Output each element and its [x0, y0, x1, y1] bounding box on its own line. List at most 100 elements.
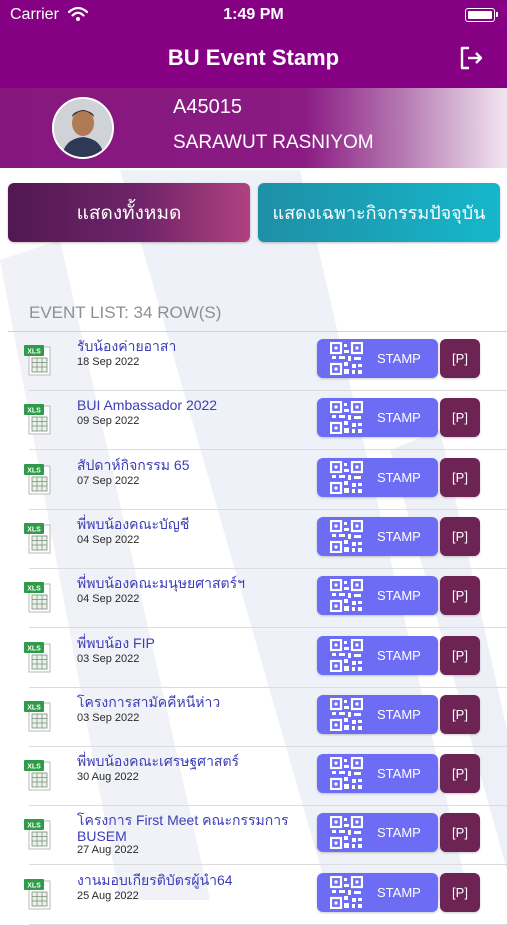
- profile-banner: A45015 SARAWUT RASNIYOM: [0, 88, 507, 168]
- app-title: BU Event Stamp: [167, 45, 340, 70]
- p-button[interactable]: [P]: [440, 635, 480, 675]
- stamp-button[interactable]: STAMP: [317, 398, 438, 438]
- event-date: 27 Aug 2022: [77, 844, 139, 857]
- stamp-label: STAMP: [377, 647, 421, 663]
- event-date: 03 Sep 2022: [77, 652, 140, 665]
- stamp-label: STAMP: [377, 884, 421, 900]
- qr-code-icon: [330, 579, 363, 613]
- p-button[interactable]: [P]: [440, 694, 480, 734]
- stamp-label: STAMP: [377, 588, 421, 604]
- show-current-button[interactable]: แสดงเฉพาะกิจกรรมปัจจุบัน: [258, 183, 500, 242]
- stamp-label: STAMP: [377, 469, 421, 485]
- stamp-button[interactable]: STAMP: [317, 457, 438, 497]
- p-button[interactable]: [P]: [440, 339, 480, 378]
- p-button[interactable]: [P]: [440, 872, 480, 912]
- excel-file-icon: XLS: [24, 463, 51, 495]
- event-row[interactable]: XLS งานมอบเกียรติบัตรผู้นำ64 25 Aug 2022 ST…: [0, 866, 507, 925]
- event-date: 09 Sep 2022: [77, 415, 140, 428]
- navigation-bar: BU Event Stamp: [0, 30, 507, 88]
- stamp-button[interactable]: STAMP: [317, 339, 438, 378]
- event-row[interactable]: XLS พี่พบน้องคณะเศรษฐศาสตร์ 30 Aug 2022 STA…: [0, 747, 507, 807]
- p-button[interactable]: [P]: [440, 457, 480, 497]
- svg-text:XLS: XLS: [27, 526, 41, 533]
- status-bar: Carrier 1:49 PM: [0, 0, 507, 30]
- stamp-button[interactable]: STAMP: [317, 813, 438, 853]
- clock: 1:49 PM: [223, 6, 284, 23]
- stamp-label: STAMP: [377, 351, 421, 366]
- event-date: 04 Sep 2022: [77, 533, 140, 546]
- event-title: สัปดาห์กิจกรรม 65: [77, 456, 190, 473]
- qr-code-icon: [330, 460, 363, 494]
- svg-text:XLS: XLS: [27, 764, 41, 771]
- svg-text:XLS: XLS: [27, 645, 41, 652]
- event-title: BUI Ambassador 2022: [77, 397, 218, 414]
- excel-file-icon: XLS: [24, 700, 51, 732]
- qr-code-icon: [330, 401, 363, 435]
- qr-code-icon: [330, 342, 363, 375]
- event-row[interactable]: XLS รับน้องค่ายอาสา 18 Sep 2022 STAMP [P]: [0, 332, 507, 391]
- p-button[interactable]: [P]: [440, 576, 480, 616]
- event-row[interactable]: XLS BUI Ambassador 2022 09 Sep 2022 STAMP [P…: [0, 391, 507, 451]
- event-row[interactable]: XLS พี่พบน้องคณะมนุษยศาสตร์ฯ 04 Sep 2022 ST…: [0, 569, 507, 629]
- svg-text:XLS: XLS: [27, 349, 41, 356]
- stamp-label: STAMP: [377, 825, 421, 841]
- qr-code-icon: [330, 697, 363, 731]
- event-row[interactable]: XLS โครงการสามัคคีหนีห่าว 03 Sep 2022 STAMP…: [0, 688, 507, 747]
- p-button[interactable]: [P]: [440, 754, 480, 794]
- logout-icon[interactable]: [457, 44, 485, 72]
- qr-code-icon: [330, 816, 363, 850]
- battery-icon: [465, 8, 498, 22]
- excel-file-icon: XLS: [24, 760, 51, 791]
- event-title: พี่พบน้อง FIP: [77, 634, 155, 651]
- event-row[interactable]: XLS โครงการ First Meet คณะกรรมการ BUSEM 27…: [0, 806, 507, 866]
- p-button[interactable]: [P]: [440, 813, 480, 853]
- event-list-header: EVENT LIST: 34 ROW(S): [29, 303, 222, 322]
- stamp-label: STAMP: [377, 528, 421, 544]
- svg-text:XLS: XLS: [27, 882, 41, 889]
- stamp-button[interactable]: STAMP: [317, 694, 438, 734]
- excel-file-icon: XLS: [24, 522, 51, 554]
- svg-text:XLS: XLS: [27, 467, 41, 474]
- event-date: 04 Sep 2022: [77, 593, 140, 606]
- event-title: พี่พบน้องคณะบัญชี: [77, 515, 190, 532]
- stamp-label: STAMP: [377, 766, 421, 782]
- user-id: A45015: [173, 96, 242, 118]
- event-row[interactable]: XLS พี่พบน้อง FIP 03 Sep 2022 STAMP [P]: [0, 629, 507, 688]
- event-date: 03 Sep 2022: [77, 711, 140, 724]
- stamp-button[interactable]: STAMP: [317, 576, 438, 616]
- stamp-button[interactable]: STAMP: [317, 516, 438, 556]
- stamp-label: STAMP: [377, 410, 421, 426]
- qr-code-icon: [330, 638, 363, 672]
- svg-text:XLS: XLS: [27, 823, 41, 830]
- qr-code-icon: [330, 875, 363, 909]
- event-row[interactable]: XLS พี่พบน้องคณะบัญชี 04 Sep 2022 STAMP [P]: [0, 510, 507, 569]
- person-photo-icon: [54, 99, 112, 157]
- user-name: SARAWUT RASNIYOM: [173, 132, 374, 153]
- event-title: โครงการ First Meet คณะกรรมการ BUSEM: [77, 812, 289, 845]
- event-row[interactable]: XLS สัปดาห์กิจกรรม 65 07 Sep 2022 STAMP [P]: [0, 451, 507, 510]
- stamp-label: STAMP: [377, 706, 421, 722]
- excel-file-icon: XLS: [24, 878, 51, 910]
- event-title: พี่พบน้องคณะมนุษยศาสตร์ฯ: [77, 575, 246, 592]
- stamp-button[interactable]: STAMP: [317, 872, 438, 912]
- event-title: โครงการสามัคคีหนีห่าว: [77, 693, 221, 710]
- p-button[interactable]: [P]: [440, 516, 480, 556]
- excel-file-icon: XLS: [24, 345, 51, 376]
- p-button[interactable]: [P]: [440, 398, 480, 438]
- svg-text:XLS: XLS: [27, 408, 41, 415]
- svg-text:XLS: XLS: [27, 704, 41, 711]
- event-title: งานมอบเกียรติบัตรผู้นำ64: [77, 871, 233, 888]
- event-date: 07 Sep 2022: [77, 474, 140, 487]
- event-title: พี่พบน้องคณะเศรษฐศาสตร์: [77, 753, 240, 770]
- show-all-button[interactable]: แสดงทั้งหมด: [8, 183, 250, 242]
- avatar: [52, 97, 114, 159]
- stamp-button[interactable]: STAMP: [317, 635, 438, 675]
- event-title: รับน้องค่ายอาสา: [77, 338, 177, 354]
- event-date: 30 Aug 2022: [77, 771, 139, 784]
- excel-file-icon: XLS: [24, 582, 51, 613]
- stamp-button[interactable]: STAMP: [317, 754, 438, 794]
- svg-text:XLS: XLS: [27, 586, 41, 593]
- excel-file-icon: XLS: [24, 641, 51, 672]
- excel-file-icon: XLS: [24, 819, 51, 850]
- event-date: 18 Sep 2022: [77, 356, 140, 368]
